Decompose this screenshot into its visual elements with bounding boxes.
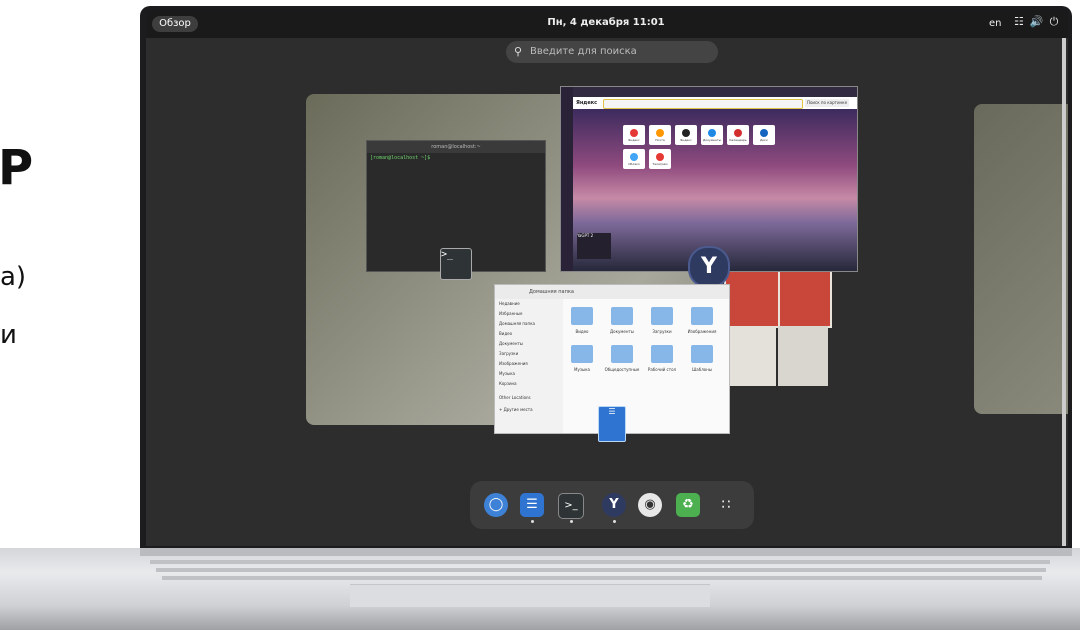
- dash-dock: ◯ ☰ >_ Y ◉ ♻ ∷: [470, 481, 754, 529]
- screen-edge: [1062, 38, 1066, 546]
- files-sidebar-item[interactable]: + Другие места: [499, 407, 533, 412]
- app-grid-icon[interactable]: ∷: [714, 493, 738, 517]
- wallpaper-cube: [778, 264, 832, 328]
- speed-dial-tile[interactable]: Яндекс: [623, 125, 645, 145]
- folder-label: Загрузки: [652, 329, 672, 334]
- terminal-app-icon: >_: [440, 248, 472, 280]
- folder-icon[interactable]: [611, 307, 633, 325]
- trackpad: [350, 584, 710, 607]
- folder-label: Общедоступные: [604, 367, 640, 372]
- files-sidebar-item[interactable]: Видео: [499, 331, 512, 336]
- search-input[interactable]: ⚲ Введите для поиска: [506, 41, 718, 63]
- wallpaper-cube: [724, 326, 776, 386]
- chromium-icon[interactable]: ◯: [484, 493, 508, 517]
- files-sidebar-item[interactable]: Загрузки: [499, 351, 518, 356]
- power-icon: ⏻: [1049, 15, 1065, 28]
- terminal-icon[interactable]: >_: [558, 493, 584, 519]
- speed-dial-tile[interactable]: Диск: [753, 125, 775, 145]
- keyboard-row: [162, 576, 1042, 580]
- speed-dial-tile[interactable]: Почта: [649, 125, 671, 145]
- system-menu[interactable]: ☷🔊⏻: [1014, 15, 1064, 29]
- running-indicator: [613, 520, 616, 523]
- browser-sidebar: [561, 87, 573, 271]
- browser-logo: Яндекс: [576, 100, 598, 106]
- folder-label: Видео: [575, 329, 589, 334]
- files-sidebar: Недавние Избранные Домашняя папка Видео …: [495, 299, 563, 433]
- wallpaper-cube: [724, 264, 780, 328]
- promo-title: YaGPT 2: [577, 233, 594, 238]
- folder-label: Шаблоны: [692, 367, 712, 372]
- browser-toolbar: Яндекс Поиск по картинке: [573, 97, 857, 109]
- speed-dial-tile[interactable]: Облако: [623, 149, 645, 169]
- files-icon[interactable]: ☰: [520, 493, 544, 517]
- files-path: Домашняя папка: [529, 289, 574, 295]
- files-sidebar-item[interactable]: Домашняя папка: [499, 321, 535, 326]
- browser-promo-card[interactable]: YaGPT 2: [577, 233, 611, 259]
- screen: Обзор Пн, 4 декабря 11:01 en ☷🔊⏻ ⚲ Введи…: [146, 10, 1068, 546]
- folder-label: Музыка: [574, 367, 590, 372]
- folder-icon[interactable]: [651, 345, 673, 363]
- files-sidebar-item[interactable]: Other Locations: [499, 395, 531, 400]
- network-icon: ☷: [1014, 15, 1030, 28]
- files-app-icon: ☰: [598, 406, 626, 442]
- running-indicator: [570, 520, 573, 523]
- clock[interactable]: Пн, 4 декабря 11:01: [506, 17, 706, 28]
- folder-icon[interactable]: [691, 345, 713, 363]
- keyboard-row: [150, 560, 1050, 564]
- files-sidebar-item[interactable]: Недавние: [499, 301, 520, 306]
- files-sidebar-item[interactable]: Избранные: [499, 311, 522, 316]
- speed-dial-tile[interactable]: Документы: [701, 125, 723, 145]
- keyboard-layout[interactable]: en: [989, 18, 1002, 29]
- terminal-prompt: [roman@localhost ~]$: [370, 155, 431, 161]
- files-sidebar-item[interactable]: Изображения: [499, 361, 528, 366]
- files-headerbar: Домашняя папка: [495, 285, 729, 299]
- left-fragment-title: P: [0, 140, 34, 196]
- speed-dial-tile[interactable]: Яндекс: [675, 125, 697, 145]
- folder-icon[interactable]: [611, 345, 633, 363]
- yandex-browser-icon[interactable]: Y: [602, 493, 626, 517]
- workspace-thumbnail-next[interactable]: [974, 104, 1068, 414]
- left-fragment-line: a): [0, 262, 27, 292]
- folder-label: Документы: [610, 329, 634, 334]
- software-icon[interactable]: ♻: [676, 493, 700, 517]
- speed-dial-tile[interactable]: Календарь: [727, 125, 749, 145]
- files-sidebar-item[interactable]: Корзина: [499, 381, 517, 386]
- search-placeholder: Введите для поиска: [530, 46, 637, 57]
- folder-icon[interactable]: [571, 345, 593, 363]
- browser-search-input[interactable]: [603, 99, 803, 109]
- overview-button[interactable]: Обзор: [152, 16, 198, 32]
- folder-label: Изображения: [687, 329, 717, 334]
- top-bar: Обзор Пн, 4 декабря 11:01 en ☷🔊⏻: [146, 10, 1068, 38]
- running-indicator: [531, 520, 534, 523]
- yandex-browser-app-icon: Y: [688, 246, 730, 288]
- browser-tabbar: [573, 87, 857, 97]
- browser-image-search-button[interactable]: Поиск по картинке: [805, 99, 849, 107]
- laptop-hinge: [140, 548, 1072, 556]
- speed-dial-tile[interactable]: Телеграм: [649, 149, 671, 169]
- folder-icon[interactable]: [571, 307, 593, 325]
- left-fragment-line: и: [0, 320, 17, 350]
- yandex-browser-window[interactable]: Яндекс Поиск по картинке Яндекс Почта Ян…: [560, 86, 858, 272]
- files-sidebar-item[interactable]: Документы: [499, 341, 523, 346]
- disks-icon[interactable]: ◉: [638, 493, 662, 517]
- keyboard-row: [156, 568, 1046, 572]
- volume-icon: 🔊: [1029, 15, 1050, 28]
- folder-label: Рабочий стол: [647, 367, 677, 372]
- folder-icon[interactable]: [691, 307, 713, 325]
- files-sidebar-item[interactable]: Музыка: [499, 371, 515, 376]
- folder-icon[interactable]: [651, 307, 673, 325]
- wallpaper-cube: [778, 326, 828, 386]
- terminal-titlebar: roman@localhost:~: [367, 141, 545, 153]
- search-icon: ⚲: [514, 45, 523, 58]
